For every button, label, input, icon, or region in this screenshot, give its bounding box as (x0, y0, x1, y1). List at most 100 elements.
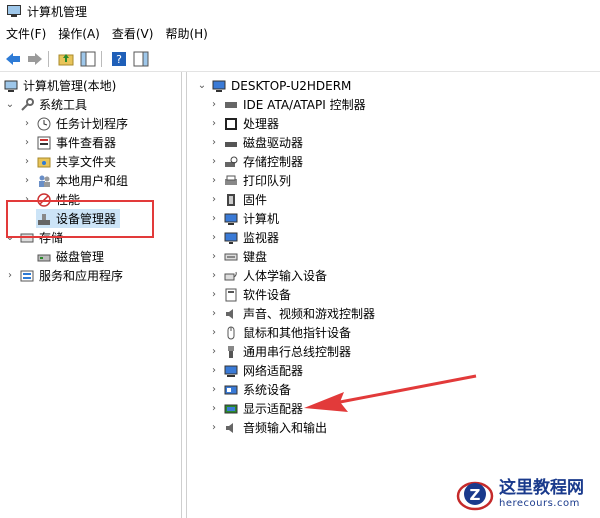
forward-button[interactable] (26, 50, 44, 68)
mouse-icon (223, 325, 239, 341)
chevron-right-icon[interactable]: › (209, 346, 219, 357)
computer-management-icon (3, 78, 19, 94)
network-adapter-icon (223, 363, 239, 379)
console-tree-pane: 计算机管理(本地) ⌄ 系统工具 › 任务计划程序 › 事件查看器 › 共享文件… (0, 72, 182, 518)
device-category-network[interactable]: › 网络适配器 (209, 361, 303, 380)
device-category-label: 音频输入和输出 (243, 421, 328, 435)
device-category-label: 打印队列 (243, 174, 292, 188)
display-adapter-icon (223, 401, 239, 417)
chevron-right-icon[interactable]: › (209, 156, 219, 167)
chevron-right-icon[interactable]: › (209, 137, 219, 148)
tree-item-label: 共享文件夹 (56, 155, 117, 169)
device-category-label: 处理器 (243, 117, 280, 131)
chevron-right-icon[interactable]: › (22, 118, 32, 129)
shared-folder-icon (36, 154, 52, 170)
device-category-disk-drives[interactable]: › 磁盘驱动器 (209, 133, 303, 152)
chevron-right-icon[interactable]: › (209, 289, 219, 300)
ide-controller-icon (223, 97, 239, 113)
device-category-firmware[interactable]: › 固件 (209, 190, 267, 209)
chevron-right-icon[interactable]: › (209, 118, 219, 129)
tree-item-label: 服务和应用程序 (39, 269, 124, 283)
device-tree-root[interactable]: ⌄ DESKTOP-U2HDERM (197, 76, 352, 95)
action-pane-button[interactable] (132, 50, 150, 68)
device-tree-pane: ⌄ DESKTOP-U2HDERM › IDE ATA/ATAPI 控制器 › … (186, 72, 600, 518)
up-folder-button[interactable] (57, 50, 75, 68)
menu-view[interactable]: 查看(V) (106, 24, 160, 44)
tree-item-event-viewer[interactable]: › 事件查看器 (22, 133, 116, 152)
tree-item-label: 任务计划程序 (56, 117, 129, 131)
tools-icon (19, 97, 35, 113)
device-category-processor[interactable]: › 处理器 (209, 114, 279, 133)
back-button[interactable] (4, 50, 22, 68)
chevron-right-icon[interactable]: › (209, 270, 219, 281)
chevron-right-icon[interactable]: › (209, 251, 219, 262)
device-category-ide[interactable]: › IDE ATA/ATAPI 控制器 (209, 95, 366, 114)
device-category-display-adapters[interactable]: › 显示适配器 (209, 399, 303, 418)
device-category-label: IDE ATA/ATAPI 控制器 (243, 98, 366, 112)
chevron-right-icon[interactable]: › (22, 156, 32, 167)
device-category-label: 网络适配器 (243, 364, 304, 378)
watermark-name: 这里教程网 (499, 478, 584, 498)
device-category-keyboards[interactable]: › 键盘 (209, 247, 267, 266)
tree-item-disk-management[interactable]: 磁盘管理 (36, 247, 104, 266)
chevron-right-icon[interactable]: › (209, 384, 219, 395)
chevron-right-icon[interactable]: › (209, 327, 219, 338)
device-category-label: 通用串行总线控制器 (243, 345, 352, 359)
device-category-label: 键盘 (243, 250, 268, 264)
chevron-right-icon[interactable]: › (209, 213, 219, 224)
processor-icon (223, 116, 239, 132)
device-category-label: 磁盘驱动器 (243, 136, 304, 150)
storage-controller-icon (223, 154, 239, 170)
device-category-computer[interactable]: › 计算机 (209, 209, 279, 228)
tree-item-services[interactable]: › 服务和应用程序 (5, 266, 123, 285)
chevron-right-icon[interactable]: › (209, 365, 219, 376)
back-arrow-icon (6, 53, 20, 65)
speaker-icon (223, 306, 239, 322)
device-category-label: 人体学输入设备 (243, 269, 328, 283)
tree-item-label: 本地用户和组 (56, 174, 129, 188)
highlight-box (6, 200, 154, 238)
menu-help[interactable]: 帮助(H) (159, 24, 213, 44)
menu-file[interactable]: 文件(F) (0, 24, 52, 44)
device-category-mice[interactable]: › 鼠标和其他指针设备 (209, 323, 351, 342)
chevron-right-icon[interactable]: › (209, 194, 219, 205)
menu-action[interactable]: 操作(A) (52, 24, 106, 44)
device-category-print-queues[interactable]: › 打印队列 (209, 171, 291, 190)
title-bar: 计算机管理 (0, 0, 600, 22)
chevron-right-icon[interactable]: › (22, 137, 32, 148)
toolbar-separator (48, 51, 49, 67)
device-category-storage-controllers[interactable]: › 存储控制器 (209, 152, 303, 171)
tree-item-root[interactable]: 计算机管理(本地) (3, 76, 116, 95)
device-category-hid[interactable]: › 人体学输入设备 (209, 266, 327, 285)
monitor-icon (223, 230, 239, 246)
tree-item-shared-folders[interactable]: › 共享文件夹 (22, 152, 116, 171)
device-category-audio-io[interactable]: › 音频输入和输出 (209, 418, 327, 437)
event-viewer-icon (36, 135, 52, 151)
device-category-label: 监视器 (243, 231, 280, 245)
help-button[interactable]: ? (110, 50, 128, 68)
chevron-down-icon[interactable]: ⌄ (5, 99, 15, 110)
chevron-right-icon[interactable]: › (5, 270, 15, 281)
tree-item-task-scheduler[interactable]: › 任务计划程序 (22, 114, 128, 133)
chevron-right-icon[interactable]: › (22, 175, 32, 186)
tree-item-system-tools[interactable]: ⌄ 系统工具 (5, 95, 87, 114)
device-category-system-devices[interactable]: › 系统设备 (209, 380, 291, 399)
chevron-right-icon[interactable]: › (209, 403, 219, 414)
chevron-right-icon[interactable]: › (209, 232, 219, 243)
show-hide-tree-button[interactable] (79, 50, 97, 68)
chevron-right-icon[interactable]: › (209, 99, 219, 110)
software-device-icon (223, 287, 239, 303)
device-tree-root-label: DESKTOP-U2HDERM (231, 78, 352, 93)
chevron-right-icon[interactable]: › (209, 175, 219, 186)
chevron-right-icon[interactable]: › (209, 422, 219, 433)
forward-arrow-icon (28, 53, 42, 65)
device-category-software-devices[interactable]: › 软件设备 (209, 285, 291, 304)
watermark-logo-icon: Z (455, 474, 495, 514)
tree-item-local-users[interactable]: › 本地用户和组 (22, 171, 128, 190)
device-category-monitors[interactable]: › 监视器 (209, 228, 279, 247)
chevron-down-icon[interactable]: ⌄ (197, 80, 207, 91)
chevron-right-icon[interactable]: › (209, 308, 219, 319)
speaker-icon (223, 420, 239, 436)
device-category-usb[interactable]: › 通用串行总线控制器 (209, 342, 351, 361)
device-category-sound[interactable]: › 声音、视频和游戏控制器 (209, 304, 375, 323)
